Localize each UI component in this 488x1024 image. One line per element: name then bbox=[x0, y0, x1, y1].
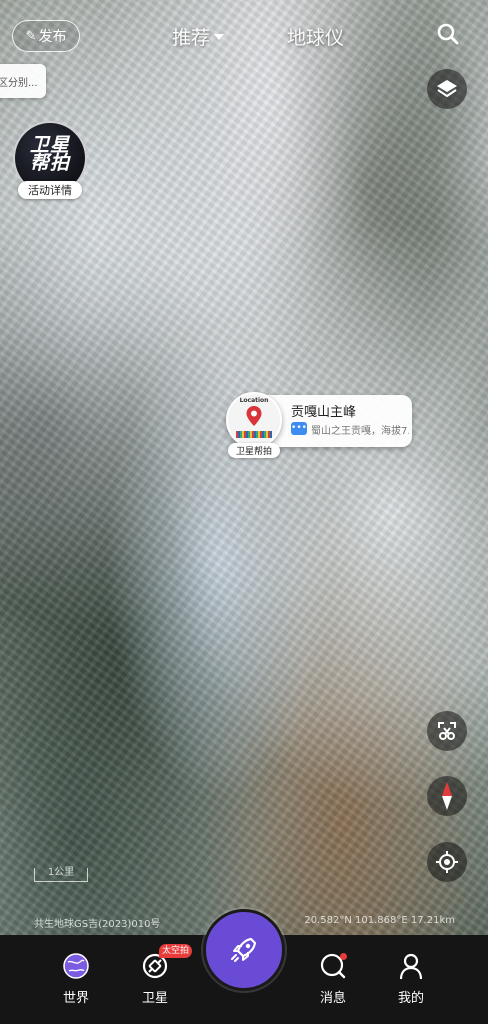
layers-button[interactable] bbox=[427, 69, 467, 109]
nav-profile-label: 我的 bbox=[397, 991, 424, 1006]
nav-world-label: 世界 bbox=[62, 991, 89, 1006]
tab-globe[interactable]: 地球仪 bbox=[287, 20, 344, 52]
launch-button[interactable] bbox=[203, 909, 285, 991]
scale-bar: 1公里 bbox=[34, 868, 88, 882]
poi-caption: 卫星帮拍 bbox=[228, 443, 280, 458]
profile-icon bbox=[399, 953, 423, 980]
chat-icon: ••• bbox=[291, 422, 307, 435]
space-shoot-badge: 太空拍 bbox=[159, 944, 193, 958]
map-pin-icon bbox=[246, 406, 262, 426]
nav-messages-label: 消息 bbox=[319, 991, 346, 1006]
locate-me-button[interactable] bbox=[427, 842, 467, 882]
pin-location-label: Location bbox=[239, 397, 269, 404]
poi-caption-label: 卫星帮拍 bbox=[235, 447, 272, 457]
unread-dot bbox=[340, 953, 347, 960]
compass-icon bbox=[442, 782, 452, 810]
notice-text: 区分别... bbox=[0, 77, 38, 89]
layers-icon bbox=[437, 80, 457, 97]
badge-line-2: 帮拍 bbox=[29, 152, 70, 174]
notice-card[interactable]: 区分别... bbox=[0, 64, 46, 98]
publish-label: 发布 bbox=[38, 29, 67, 45]
tab-recommend-label: 推荐 bbox=[172, 26, 211, 49]
activity-details-link[interactable]: 活动详情 bbox=[18, 181, 82, 199]
activity-details-label: 活动详情 bbox=[28, 184, 72, 197]
rocket-icon bbox=[231, 937, 257, 962]
globe-icon bbox=[63, 953, 89, 979]
map-copyright: 共生地球GS吉(2023)010号 bbox=[34, 919, 161, 930]
nav-messages[interactable]: 消息 bbox=[303, 952, 363, 1006]
nav-profile[interactable]: 我的 bbox=[381, 952, 441, 1006]
tab-globe-label: 地球仪 bbox=[287, 26, 345, 49]
pen-icon: ✎ bbox=[25, 28, 37, 44]
crowd-image bbox=[236, 431, 272, 438]
nav-satellite-label: 卫星 bbox=[141, 991, 168, 1006]
coordinate-readout: 20.582°N 101.868°E 17.21km bbox=[304, 915, 455, 926]
tab-recommend[interactable]: 推荐 bbox=[172, 20, 225, 52]
scissors-frame-icon bbox=[438, 722, 456, 740]
scale-label: 1公里 bbox=[47, 867, 75, 878]
nav-world[interactable]: 世界 bbox=[46, 952, 106, 1006]
compass-button[interactable] bbox=[427, 776, 467, 816]
search-button[interactable] bbox=[434, 20, 462, 48]
poi-pin[interactable]: Location bbox=[226, 392, 282, 448]
publish-button[interactable]: ✎ 发布 bbox=[12, 20, 80, 52]
caret-down-icon bbox=[214, 34, 225, 40]
screenshot-tool-button[interactable] bbox=[427, 711, 467, 751]
poi-description: 蜀山之王贡嘎，海拔7... bbox=[311, 426, 409, 437]
poi-title: 贡嘎山主峰 bbox=[291, 405, 357, 420]
search-icon bbox=[437, 23, 459, 45]
crosshair-icon bbox=[436, 851, 458, 873]
nav-satellite[interactable]: 太空拍 卫星 bbox=[125, 944, 193, 1006]
